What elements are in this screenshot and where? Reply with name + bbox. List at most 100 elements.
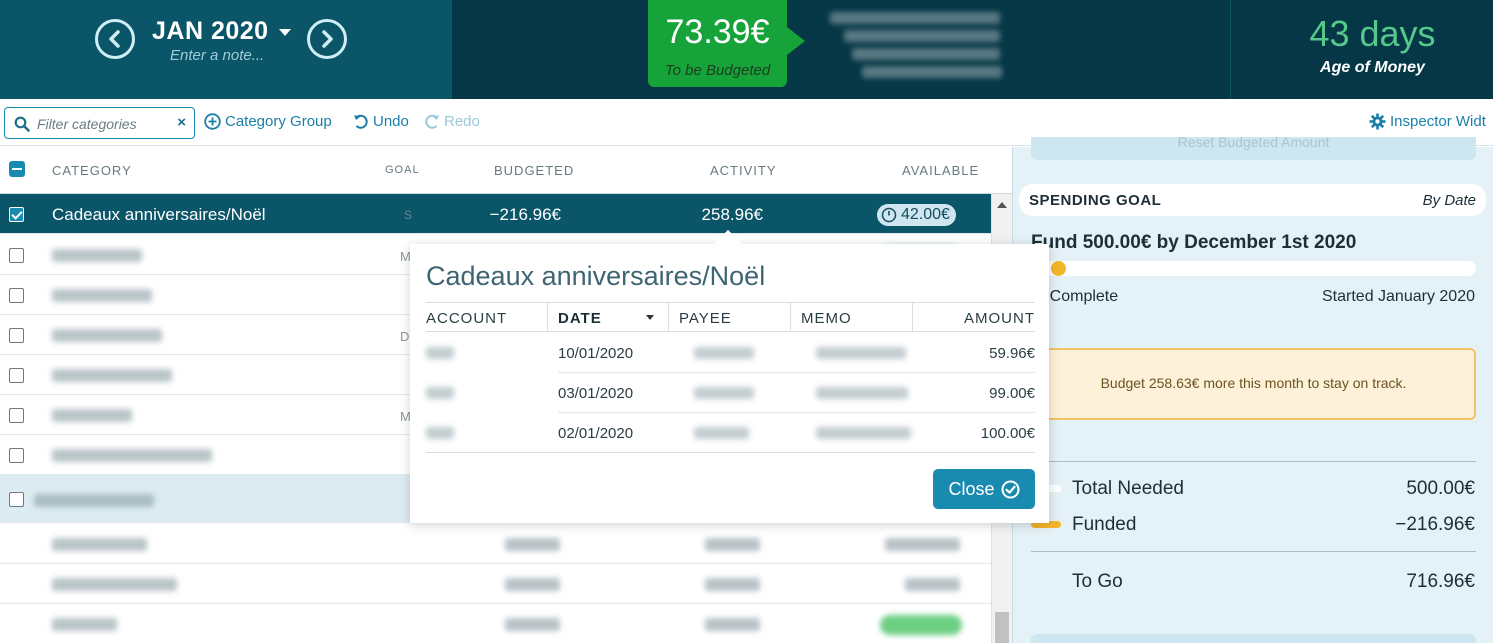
row-checkbox[interactable] [9,248,24,263]
activity-cell[interactable]: 258.96€ [660,205,763,225]
activity-column-header[interactable]: ACTIVITY [710,163,777,178]
next-month-button[interactable] [307,19,347,59]
transaction-row[interactable]: 10/01/2020 59.96€ [426,333,1035,373]
age-of-money-panel: 43 days Age of Money [1230,0,1493,99]
table-row[interactable] [0,564,991,604]
undo-label: Undo [373,113,409,130]
redacted-memo [816,427,911,439]
available-pill[interactable]: 42.00€ [877,204,956,226]
date-column-header[interactable]: DATE [558,310,602,327]
memo-column-header[interactable]: MEMO [801,310,852,327]
table-row[interactable] [0,604,991,643]
gear-icon [1369,113,1386,130]
stay-on-track-message: Budget 258.63€ more this month to stay o… [1031,348,1476,420]
filter-categories-input[interactable] [37,114,167,134]
available-column-header[interactable]: AVAILABLE [902,163,979,178]
transaction-amount: 59.96€ [989,345,1035,362]
scroll-thumb[interactable] [995,612,1009,643]
account-column-header[interactable]: ACCOUNT [426,310,507,327]
table-footer-line [426,452,1035,453]
transaction-amount: 99.00€ [989,385,1035,402]
redacted-category-name [52,578,177,591]
row-checkbox[interactable] [9,368,24,383]
redo-button[interactable]: Redo [424,113,480,130]
row-checkbox[interactable] [9,448,24,463]
scroll-up-icon[interactable] [997,202,1007,208]
table-row[interactable] [0,524,991,564]
redacted-category-name [52,618,117,631]
available-value: 42.00€ [901,206,950,223]
sort-desc-icon[interactable] [646,315,654,320]
close-button[interactable]: Close [933,469,1035,509]
select-all-checkbox[interactable] [9,161,25,177]
goal-description: Fund 500.00€ by December 1st 2020 [1031,232,1357,253]
popup-title: Cadeaux anniversaires/Noël [426,261,766,291]
inspector-width-button[interactable]: Inspector Widt [1369,113,1486,130]
inspector-next-section [1031,634,1476,643]
transaction-row[interactable]: 03/01/2020 99.00€ [426,373,1035,413]
reset-budgeted-button[interactable]: Reset Budgeted Amount [1031,137,1476,160]
clear-filter-icon[interactable]: × [177,114,186,131]
inspector-panel: Reset Budgeted Amount SPENDING GOAL By D… [1012,137,1493,643]
chevron-left-icon [109,30,120,48]
to-be-budgeted-box[interactable]: 73.39€ To be Budgeted [648,0,805,87]
clock-icon [881,207,897,223]
chevron-right-icon [322,30,333,48]
column-divider [912,303,913,332]
redacted-available [885,538,960,551]
reset-budgeted-label: Reset Budgeted Amount [1177,137,1330,150]
spending-goal-title: SPENDING GOAL [1029,192,1162,209]
redacted-memo [816,347,906,359]
redo-label: Redo [444,113,480,130]
undo-button[interactable]: Undo [353,113,409,130]
transaction-row[interactable]: 02/01/2020 100.00€ [426,413,1035,453]
goal-indicator: S [404,208,413,222]
redacted-memo [816,387,908,399]
prev-month-button[interactable] [95,19,135,59]
budget-table-header: CATEGORY GOAL BUDGETED ACTIVITY AVAILABL… [0,147,1012,194]
search-icon [14,116,30,132]
budgeted-cell[interactable]: −216.96€ [444,205,561,225]
category-group-label: Category Group [225,113,332,130]
total-needed-value: 500.00€ [1406,478,1475,499]
add-category-group-button[interactable]: Category Group [204,113,332,130]
budgeted-column-header[interactable]: BUDGETED [494,163,574,178]
amount-column-header[interactable]: AMOUNT [964,310,1035,327]
column-divider [790,303,791,332]
redacted-summary-line [852,48,1000,60]
payee-column-header[interactable]: PAYEE [679,310,732,327]
transaction-amount: 100.00€ [980,425,1035,442]
redacted-category-name [52,329,162,342]
month-note-input[interactable]: Enter a note... [170,47,264,64]
month-selector-panel: JAN 2020 Enter a note... [0,0,452,99]
filter-categories-box[interactable]: × [4,107,195,139]
redacted-category-name [52,289,152,302]
category-column-header[interactable]: CATEGORY [52,163,132,178]
category-name[interactable]: Cadeaux anniversaires/Noël [52,205,266,225]
row-checkbox[interactable] [9,207,24,222]
age-of-money-label: Age of Money [1320,59,1425,76]
redacted-budgeted [505,618,560,631]
budget-summary: 73.39€ To be Budgeted [452,0,1230,99]
row-checkbox[interactable] [9,492,24,507]
redacted-account [426,387,454,399]
redacted-payee [694,427,749,439]
to-be-budgeted-amount: 73.39€ [665,13,770,51]
goal-progress-indicator [1051,261,1066,276]
inspector-width-label: Inspector Widt [1390,113,1486,130]
table-row[interactable]: Cadeaux anniversaires/Noël S −216.96€ 25… [0,194,991,234]
spending-goal-header: SPENDING GOAL By Date [1019,184,1486,216]
divider [1031,551,1476,552]
goal-started-label: Started January 2020 [1322,288,1475,305]
transaction-date: 10/01/2020 [558,345,634,362]
caret-down-icon[interactable] [279,29,291,36]
redacted-account [426,427,454,439]
redacted-category-name [52,449,212,462]
goal-column-header[interactable]: GOAL [385,164,420,176]
row-checkbox[interactable] [9,408,24,423]
row-checkbox[interactable] [9,328,24,343]
month-title[interactable]: JAN 2020 [152,17,269,46]
transaction-date: 03/01/2020 [558,385,634,402]
row-checkbox[interactable] [9,288,24,303]
redacted-budgeted [505,578,560,591]
